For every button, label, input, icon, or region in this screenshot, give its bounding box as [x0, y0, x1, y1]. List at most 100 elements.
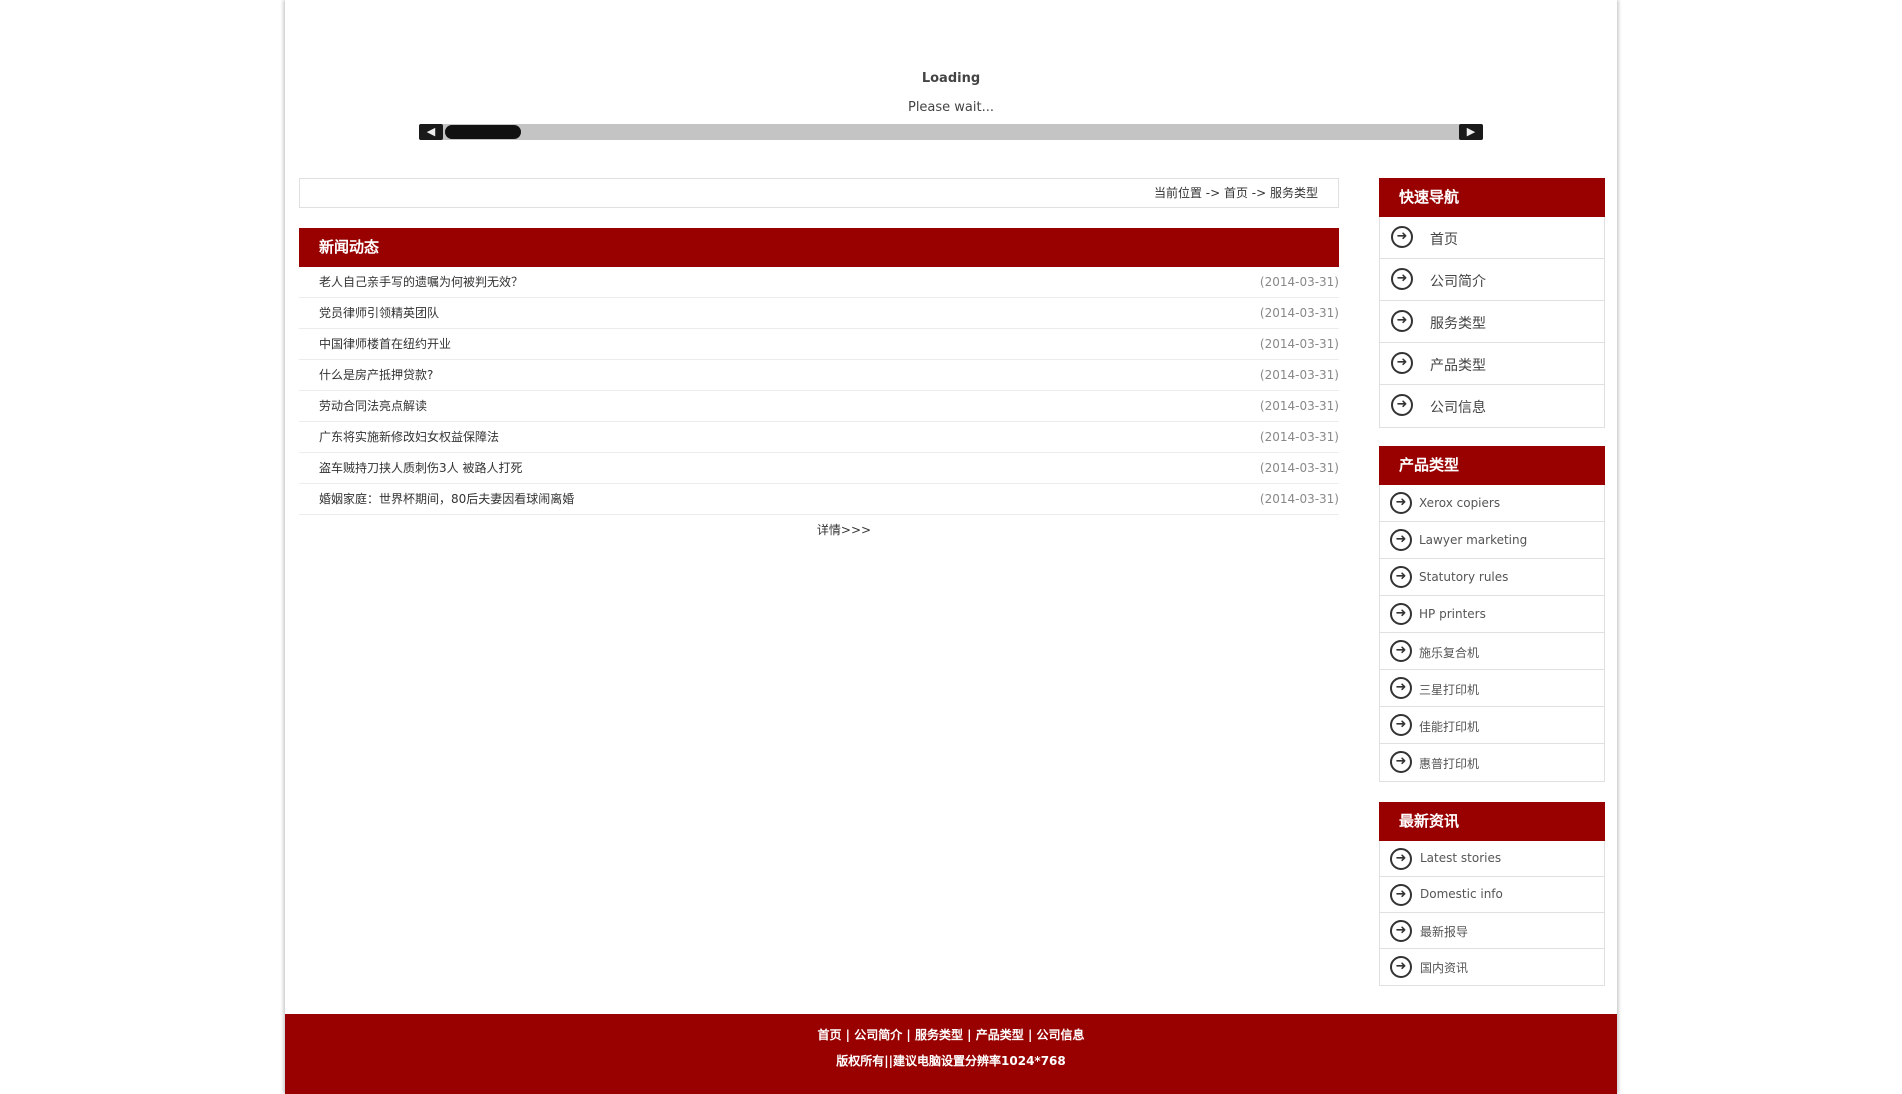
news-item[interactable]: 中国律师楼首在纽约开业 (2014-03-31): [299, 329, 1339, 360]
news-item-date: (2014-03-31): [1259, 399, 1339, 413]
news-item-title[interactable]: 婚姻家庭：世界杯期间，80后夫妻因看球闹离婚: [319, 484, 574, 514]
arrow-right-icon: ➜: [1390, 640, 1412, 662]
product-type-item[interactable]: ➜ HP printers: [1380, 596, 1604, 633]
product-type-item-label[interactable]: 施乐复合机: [1419, 644, 1479, 661]
product-type-item-label[interactable]: Xerox copiers: [1419, 496, 1500, 510]
news-item-date: (2014-03-31): [1259, 492, 1339, 506]
arrow-right-icon: ➜: [1390, 884, 1412, 906]
footer-link[interactable]: 产品类型: [976, 1028, 1024, 1042]
news-item-title[interactable]: 盗车贼持刀挟人质刺伤3人 被路人打死: [319, 453, 522, 483]
product-type-item[interactable]: ➜ Lawyer marketing: [1380, 522, 1604, 559]
arrow-right-icon: ➜: [1391, 310, 1413, 332]
quick-nav-item-label[interactable]: 公司信息: [1430, 397, 1486, 417]
scroll-right-icon[interactable]: ▶: [1459, 124, 1483, 140]
latest-news-item[interactable]: ➜ Domestic info: [1380, 877, 1604, 913]
product-type-item-label[interactable]: Statutory rules: [1419, 570, 1508, 584]
product-type-item[interactable]: ➜ 惠普打印机: [1380, 744, 1604, 781]
product-type-item-label[interactable]: HP printers: [1419, 607, 1486, 621]
quick-nav-item[interactable]: ➜ 产品类型: [1380, 343, 1604, 385]
footer-link[interactable]: 服务类型: [915, 1028, 963, 1042]
quick-nav-item[interactable]: ➜ 公司信息: [1380, 385, 1604, 427]
quick-nav-item-label[interactable]: 服务类型: [1430, 313, 1486, 333]
arrow-right-icon: ➜: [1390, 529, 1412, 551]
quick-nav-list: ➜ 首页 ➜ 公司简介 ➜ 服务类型 ➜ 产品类型 ➜ 公司信息: [1379, 217, 1605, 428]
footer-copyright: 版权所有||建议电脑设置分辨率1024*768: [836, 1054, 1066, 1068]
news-section: 新闻动态 老人自己亲手写的遗嘱为何被判无效？ (2014-03-31) 党员律师引领…: [299, 228, 1339, 538]
product-types-panel: 产品类型 ➜ Xerox copiers ➜ Lawyer marketing ➜ Sta…: [1379, 446, 1605, 782]
news-item-title[interactable]: 老人自己亲手写的遗嘱为何被判无效？: [319, 267, 523, 297]
footer-link[interactable]: 首页: [817, 1028, 841, 1042]
news-item[interactable]: 老人自己亲手写的遗嘱为何被判无效？ (2014-03-31): [299, 267, 1339, 298]
product-type-item[interactable]: ➜ 三星打印机: [1380, 670, 1604, 707]
news-item-date: (2014-03-31): [1259, 461, 1339, 475]
footer-links: 首页 | 公司简介 | 服务类型 | 产品类型 | 公司信息: [285, 1014, 1617, 1043]
arrow-right-icon: ➜: [1391, 394, 1413, 416]
news-list: 老人自己亲手写的遗嘱为何被判无效？ (2014-03-31) 党员律师引领精英团队 (…: [299, 267, 1339, 515]
breadcrumb: 当前位置 -> 首页 -> 服务类型: [299, 178, 1339, 208]
latest-news-panel: 最新资讯 ➜ Latest stories ➜ Domestic info ➜ 最新报导 ➜…: [1379, 802, 1605, 986]
product-type-item[interactable]: ➜ 佳能打印机: [1380, 707, 1604, 744]
news-item-title[interactable]: 中国律师楼首在纽约开业: [319, 329, 451, 359]
loading-subtitle: Please wait...: [907, 100, 995, 115]
arrow-right-icon: ➜: [1390, 751, 1412, 773]
latest-news-item-label[interactable]: 国内资讯: [1420, 959, 1468, 976]
latest-news-item-label[interactable]: 最新报导: [1420, 923, 1468, 940]
latest-news-item-label[interactable]: Domestic info: [1420, 887, 1503, 901]
news-item-title[interactable]: 广东将实施新修改妇女权益保障法: [319, 422, 499, 452]
scrollbar-thumb[interactable]: [445, 125, 521, 139]
news-heading: 新闻动态: [299, 228, 1339, 267]
latest-news-item[interactable]: ➜ 最新报导: [1380, 913, 1604, 949]
news-item[interactable]: 盗车贼持刀挟人质刺伤3人 被路人打死 (2014-03-31): [299, 453, 1339, 484]
news-item-title[interactable]: 党员律师引领精英团队: [319, 298, 439, 328]
footer-separator: |: [963, 1028, 976, 1042]
quick-nav-item[interactable]: ➜ 首页: [1380, 217, 1604, 259]
news-item-date: (2014-03-31): [1259, 337, 1339, 351]
quick-nav-item-label[interactable]: 产品类型: [1430, 355, 1486, 375]
quick-nav-item[interactable]: ➜ 公司简介: [1380, 259, 1604, 301]
scroll-left-icon[interactable]: ◀: [419, 124, 443, 140]
news-item-date: (2014-03-31): [1259, 306, 1339, 320]
quick-nav-heading: 快速导航: [1379, 178, 1605, 217]
product-type-item-label[interactable]: 惠普打印机: [1419, 755, 1479, 772]
product-types-heading: 产品类型: [1379, 446, 1605, 485]
product-type-item[interactable]: ➜ Statutory rules: [1380, 559, 1604, 596]
latest-news-heading: 最新资讯: [1379, 802, 1605, 841]
news-item[interactable]: 婚姻家庭：世界杯期间，80后夫妻因看球闹离婚 (2014-03-31): [299, 484, 1339, 515]
news-item[interactable]: 党员律师引领精英团队 (2014-03-31): [299, 298, 1339, 329]
page-container: Loading Please wait... ◀ ▶ 当前位置 -> 首页 ->…: [285, 0, 1617, 1094]
arrow-right-icon: ➜: [1390, 848, 1412, 870]
news-item-title[interactable]: 劳动合同法亮点解读: [319, 391, 427, 421]
arrow-right-icon: ➜: [1390, 492, 1412, 514]
product-type-item[interactable]: ➜ Xerox copiers: [1380, 485, 1604, 522]
news-item-title[interactable]: 什么是房产抵押贷款?: [319, 360, 433, 390]
product-type-item-label[interactable]: 三星打印机: [1419, 681, 1479, 698]
news-item[interactable]: 广东将实施新修改妇女权益保障法 (2014-03-31): [299, 422, 1339, 453]
arrow-right-icon: ➜: [1390, 714, 1412, 736]
quick-nav-panel: 快速导航 ➜ 首页 ➜ 公司简介 ➜ 服务类型 ➜ 产品类型 ➜ 公司信息: [1379, 178, 1605, 428]
latest-news-item[interactable]: ➜ 国内资讯: [1380, 949, 1604, 985]
product-type-item-label[interactable]: Lawyer marketing: [1419, 533, 1527, 547]
arrow-right-icon: ➜: [1391, 226, 1413, 248]
news-item[interactable]: 什么是房产抵押贷款? (2014-03-31): [299, 360, 1339, 391]
product-type-item-label[interactable]: 佳能打印机: [1419, 718, 1479, 735]
footer-separator: |: [902, 1028, 915, 1042]
footer-link[interactable]: 公司信息: [1037, 1028, 1085, 1042]
footer-link[interactable]: 公司简介: [854, 1028, 902, 1042]
footer-separator: |: [841, 1028, 855, 1042]
horizontal-scrollbar[interactable]: ◀ ▶: [419, 124, 1483, 140]
news-item-date: (2014-03-31): [1259, 368, 1339, 382]
product-type-item[interactable]: ➜ 施乐复合机: [1380, 633, 1604, 670]
quick-nav-item-label[interactable]: 公司简介: [1430, 271, 1486, 291]
latest-news-item-label[interactable]: Latest stories: [1420, 851, 1501, 865]
arrow-right-icon: ➜: [1390, 920, 1412, 942]
loading-title: Loading: [921, 71, 981, 86]
news-more-link[interactable]: 详情>>>: [349, 521, 1339, 538]
product-types-list: ➜ Xerox copiers ➜ Lawyer marketing ➜ Statutor…: [1379, 485, 1605, 782]
quick-nav-item[interactable]: ➜ 服务类型: [1380, 301, 1604, 343]
news-item-date: (2014-03-31): [1259, 430, 1339, 444]
arrow-right-icon: ➜: [1390, 677, 1412, 699]
news-item[interactable]: 劳动合同法亮点解读 (2014-03-31): [299, 391, 1339, 422]
latest-news-item[interactable]: ➜ Latest stories: [1380, 841, 1604, 877]
arrow-right-icon: ➜: [1391, 268, 1413, 290]
quick-nav-item-label[interactable]: 首页: [1430, 229, 1458, 249]
